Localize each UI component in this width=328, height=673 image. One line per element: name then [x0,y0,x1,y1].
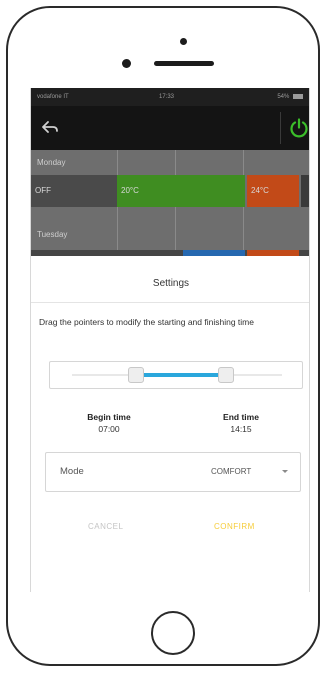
end-time-label: End time [223,412,259,422]
slider-selected-range [135,373,225,377]
settings-dialog: Settings Drag the pointers to modify the… [31,256,309,592]
back-arrow-icon[interactable] [41,118,59,136]
schedule-segment-20[interactable]: 20°C [117,175,245,207]
home-button[interactable] [151,611,195,655]
app-header [31,106,310,150]
carrier-label: vodafone IT [37,94,69,100]
day-label-tuesday: Tuesday [37,230,68,239]
begin-time: Begin time 07:00 [59,412,159,434]
chevron-down-icon [282,470,288,473]
power-icon[interactable] [288,117,310,139]
confirm-button[interactable]: CONFIRM [214,522,255,531]
end-time: End time 14:15 [191,412,291,434]
status-bar: vodafone IT 17:33 54% [31,88,309,106]
proximity-sensor [122,59,131,68]
battery-indicator: 54% [277,88,303,106]
schedule-segment-end [301,175,309,207]
weekly-schedule: Monday OFF 20°C 24°C Tuesday [31,150,309,260]
title-divider [31,302,309,303]
schedule-segment-24[interactable]: 24°C [247,175,299,207]
dialog-instructions: Drag the pointers to modify the starting… [39,317,254,327]
dialog-title: Settings [152,278,190,289]
mode-value: COMFORT [211,467,252,476]
mode-label: Mode [60,466,84,477]
earpiece-speaker [154,61,214,66]
clock: 17:33 [159,94,175,100]
phone-screen: vodafone IT 17:33 54% Monday OFF 20°C 24… [30,88,310,592]
schedule-segment-off[interactable]: OFF [31,175,117,207]
time-range-slider[interactable] [49,361,303,389]
begin-time-label: Begin time [87,412,131,422]
end-time-value: 14:15 [230,424,252,434]
mode-select[interactable]: Mode COMFORT [45,452,301,492]
battery-icon [293,93,303,99]
slider-start-handle[interactable] [128,367,144,383]
battery-percent: 54% [277,94,290,100]
slider-end-handle[interactable] [218,367,234,383]
header-divider [280,112,281,144]
day-label-monday: Monday [37,158,66,167]
front-camera [180,38,187,45]
begin-time-value: 07:00 [98,424,120,434]
cancel-button[interactable]: CANCEL [88,522,123,531]
